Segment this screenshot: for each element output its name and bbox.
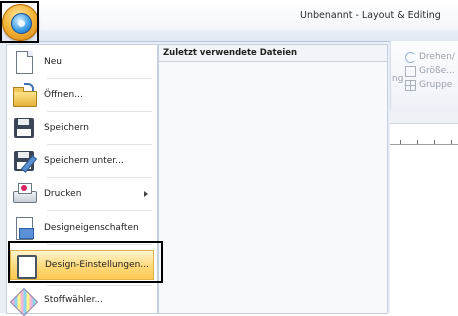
menu-item-fabric-selector[interactable]: Stoffwähler... <box>9 285 154 316</box>
design-settings-callout <box>8 241 163 283</box>
menu-item-new-label: Neu <box>44 57 62 67</box>
rotate-command[interactable]: Drehen/ <box>405 50 455 64</box>
resize-command[interactable]: Größe... <box>405 64 455 78</box>
design-canvas[interactable] <box>390 145 458 313</box>
menu-item-print-label: Drucken <box>44 189 82 199</box>
menu-item-save[interactable]: Speichern <box>10 113 154 143</box>
window-title: Unbenannt - Layout & Editing <box>300 10 441 21</box>
ruler-tick <box>400 140 401 144</box>
resize-icon <box>405 65 416 77</box>
menu-item-open-label: Öffnen... <box>44 90 83 100</box>
fabric-selector-icon <box>9 287 39 316</box>
menu-separator <box>47 111 152 112</box>
title-bar: Unbenannt - Layout & Editing <box>0 0 458 30</box>
save-icon <box>12 116 36 140</box>
ruler <box>390 124 458 145</box>
resize-command-label: Größe... <box>419 66 455 76</box>
menu-item-new[interactable]: Neu <box>10 47 154 77</box>
menu-item-save-label: Speichern <box>44 123 89 133</box>
recent-files-header: Zuletzt verwendete Dateien <box>159 45 387 62</box>
design-properties-icon <box>12 216 36 240</box>
submenu-arrow-icon <box>144 191 148 197</box>
menu-item-save-as-label: Speichern unter... <box>44 156 124 166</box>
ruler-tick <box>417 140 418 144</box>
menu-separator <box>47 144 152 145</box>
menu-item-fabric-selector-label: Stoffwähler... <box>44 295 104 305</box>
save-as-icon <box>12 149 38 173</box>
group-icon <box>405 79 416 91</box>
menu-separator <box>47 177 152 178</box>
ribbon-partial-label: ng <box>392 74 404 84</box>
menu-item-design-properties-label: Designeigenschaften <box>44 223 139 233</box>
print-icon <box>12 182 37 206</box>
menu-item-design-properties[interactable]: Designeigenschaften <box>10 213 154 243</box>
menu-separator <box>47 78 152 79</box>
ruler-tick <box>451 140 452 144</box>
rotate-icon <box>405 51 416 63</box>
menu-separator <box>47 210 152 211</box>
group-command-label: Gruppe <box>419 80 453 90</box>
menu-item-save-as[interactable]: Speichern unter... <box>10 146 154 176</box>
new-document-icon <box>12 50 36 74</box>
group-command[interactable]: Gruppe <box>405 78 455 92</box>
open-folder-icon <box>12 83 37 107</box>
menu-item-print[interactable]: Drucken <box>10 179 154 209</box>
toolbar-strip <box>390 111 458 124</box>
menu-item-open[interactable]: Öffnen... <box>10 80 154 110</box>
ribbon-commands: Drehen/ Größe... Gruppe <box>405 50 455 92</box>
recent-files-pane: Zuletzt verwendete Dateien <box>158 44 388 314</box>
ruler-tick <box>434 140 435 144</box>
application-button-callout <box>0 1 39 43</box>
rotate-command-label: Drehen/ <box>419 52 455 62</box>
